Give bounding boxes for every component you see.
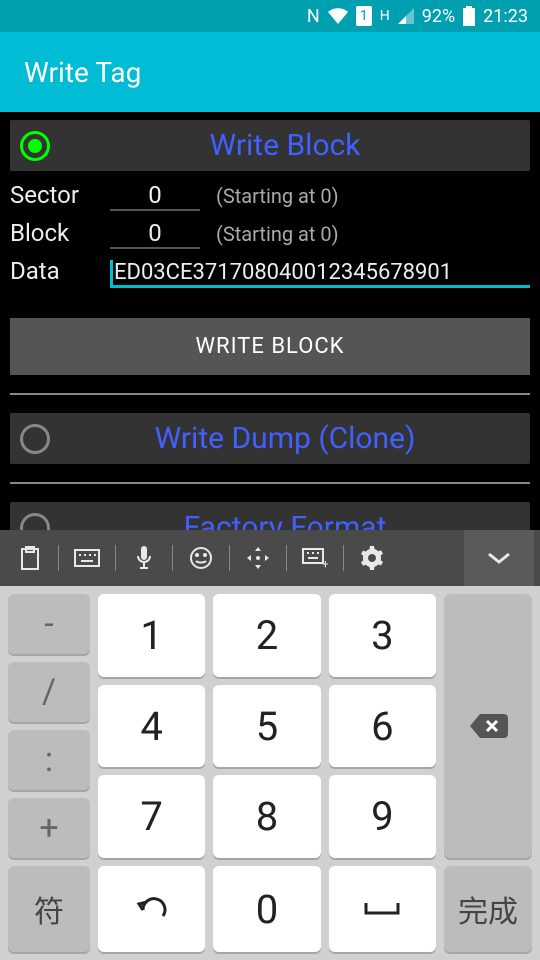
numeric-keyboard: - / : + 1 2 3 4 5 6 7 8 9 bbox=[0, 586, 540, 960]
mic-icon[interactable] bbox=[120, 538, 168, 578]
key-4[interactable]: 4 bbox=[98, 685, 205, 768]
sector-hint: (Starting at 0) bbox=[216, 184, 339, 208]
battery-icon bbox=[463, 6, 475, 26]
key-done[interactable]: 完成 bbox=[444, 866, 532, 952]
key-minus[interactable]: - bbox=[8, 594, 90, 654]
data-label: Data bbox=[10, 257, 110, 285]
block-hint: (Starting at 0) bbox=[216, 222, 339, 246]
app-bar: Write Tag bbox=[0, 32, 540, 112]
keyboard-settings-icon[interactable]: + bbox=[291, 538, 339, 578]
key-9[interactable]: 9 bbox=[329, 775, 436, 858]
key-slash[interactable]: / bbox=[8, 662, 90, 722]
content-area: Write Block Sector 0 (Starting at 0) Blo… bbox=[0, 112, 540, 530]
section-write-block[interactable]: Write Block bbox=[10, 120, 530, 171]
key-plus[interactable]: + bbox=[8, 798, 90, 858]
network-label: H bbox=[380, 8, 390, 24]
write-block-button[interactable]: WRITE BLOCK bbox=[10, 318, 530, 375]
key-backspace[interactable] bbox=[444, 594, 532, 858]
block-label: Block bbox=[10, 219, 110, 247]
key-undo[interactable] bbox=[98, 866, 205, 952]
keyboard-toolbar: + bbox=[0, 530, 540, 586]
section-title-factory-format: Factory Format bbox=[50, 510, 520, 530]
battery-percent: 92% bbox=[422, 6, 455, 27]
keyboard-icon[interactable] bbox=[63, 538, 111, 578]
section-write-dump[interactable]: Write Dump (Clone) bbox=[10, 413, 530, 464]
write-block-form: Sector 0 (Starting at 0) Block 0 (Starti… bbox=[10, 171, 530, 298]
move-cursor-icon[interactable] bbox=[234, 538, 282, 578]
nfc-icon: N bbox=[307, 6, 320, 27]
page-title: Write Tag bbox=[24, 56, 141, 89]
radio-factory-format[interactable] bbox=[20, 513, 50, 531]
collapse-keyboard-icon[interactable] bbox=[464, 530, 534, 586]
key-6[interactable]: 6 bbox=[329, 685, 436, 768]
radio-write-dump[interactable] bbox=[20, 424, 50, 454]
key-colon[interactable]: : bbox=[8, 730, 90, 790]
status-bar: N 1 H 92% 21:23 bbox=[0, 0, 540, 32]
key-7[interactable]: 7 bbox=[98, 775, 205, 858]
clipboard-icon[interactable] bbox=[6, 538, 54, 578]
section-title-write-block: Write Block bbox=[50, 128, 520, 163]
section-factory-format[interactable]: Factory Format bbox=[10, 502, 530, 530]
gear-icon[interactable] bbox=[348, 538, 396, 578]
signal-icon bbox=[398, 8, 414, 24]
key-5[interactable]: 5 bbox=[213, 685, 320, 768]
key-space[interactable] bbox=[329, 866, 436, 952]
key-3[interactable]: 3 bbox=[329, 594, 436, 677]
radio-write-block[interactable] bbox=[20, 131, 50, 161]
divider bbox=[10, 482, 530, 484]
key-2[interactable]: 2 bbox=[213, 594, 320, 677]
svg-text:+: + bbox=[322, 557, 328, 568]
sector-label: Sector bbox=[10, 181, 110, 209]
block-input[interactable]: 0 bbox=[110, 219, 200, 249]
emoji-icon[interactable] bbox=[177, 538, 225, 578]
sector-input[interactable]: 0 bbox=[110, 181, 200, 211]
divider bbox=[10, 393, 530, 395]
key-1[interactable]: 1 bbox=[98, 594, 205, 677]
data-input[interactable]: ED03CE371708040012345678901 bbox=[110, 260, 530, 288]
key-0[interactable]: 0 bbox=[213, 866, 320, 952]
clock: 21:23 bbox=[483, 6, 528, 27]
sim-icon: 1 bbox=[356, 6, 372, 26]
key-8[interactable]: 8 bbox=[213, 775, 320, 858]
key-symbol-mode[interactable]: 符 bbox=[8, 866, 90, 952]
section-title-write-dump: Write Dump (Clone) bbox=[50, 421, 520, 456]
wifi-icon bbox=[328, 8, 348, 24]
